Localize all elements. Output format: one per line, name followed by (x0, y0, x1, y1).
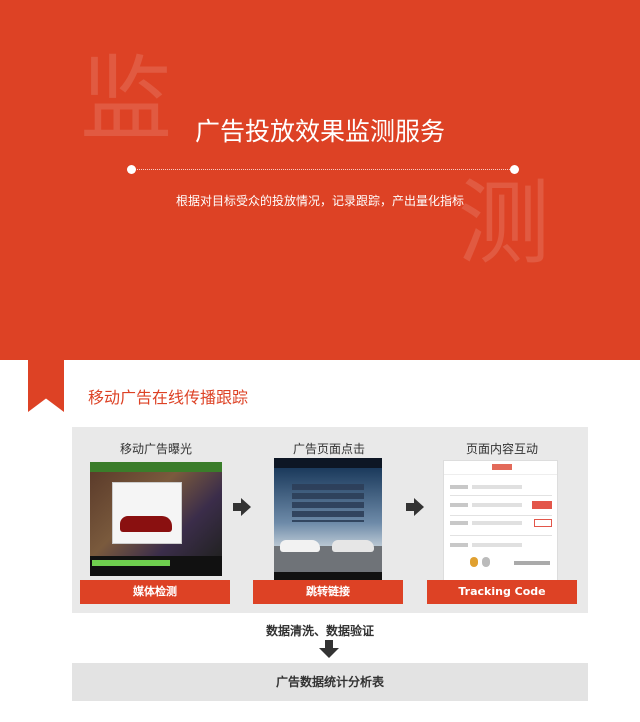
data-cleaning-label: 数据清洗、数据验证 (265, 624, 374, 638)
hero-banner: 监 测 广告投放效果监测服务 根据对目标受众的投放情况，记录跟踪，产出量化指标 (0, 0, 640, 360)
avatar-male-icon (470, 557, 478, 567)
tracking-code-button[interactable]: Tracking Code (427, 580, 577, 604)
phone-status-bar (274, 458, 382, 468)
car-image-right (332, 540, 374, 552)
car-image (120, 516, 172, 532)
form-page-screenshot (443, 460, 558, 582)
form-label (450, 485, 468, 489)
avatar-female-icon (482, 557, 490, 567)
form-title (492, 464, 512, 470)
form-label (450, 521, 468, 525)
form-input (472, 503, 522, 507)
analysis-report-bar: 广告数据统计分析表 (72, 663, 588, 701)
page-title: 广告投放效果监测服务 (194, 117, 445, 146)
section-title: 移动广告在线传播跟踪 (88, 388, 249, 407)
form-date (514, 561, 550, 565)
media-detect-button[interactable]: 媒体检测 (80, 580, 230, 604)
form-input (472, 485, 522, 489)
divider-dot-right (510, 165, 519, 174)
redirect-link-button[interactable]: 跳转链接 (253, 580, 403, 604)
page-subtitle: 根据对目标受众的投放情况，记录跟踪，产出量化指标 (175, 194, 464, 208)
form-label (450, 543, 468, 547)
divider-dot-left (127, 165, 136, 174)
form-divider (450, 515, 552, 516)
bookmark-icon (28, 360, 64, 412)
form-input (472, 521, 522, 525)
landing-page-screenshot (274, 458, 382, 582)
player-caption (92, 560, 170, 566)
form-toggle (534, 519, 552, 527)
car-image-left (280, 540, 320, 552)
form-divider (450, 535, 552, 536)
form-code-button (532, 501, 552, 509)
form-divider (450, 495, 552, 496)
ad-overlay (112, 482, 182, 544)
player-control-bar (90, 556, 222, 576)
form-input (472, 543, 522, 547)
form-label (450, 503, 468, 507)
step-title-interaction: 页面内容互动 (465, 442, 538, 456)
player-top-bar (90, 462, 222, 472)
step-title-exposure: 移动广告曝光 (119, 442, 192, 456)
step-title-click: 广告页面点击 (292, 442, 365, 456)
menu-grid (292, 484, 364, 522)
media-ad-screenshot (90, 462, 222, 576)
divider-line (132, 169, 514, 170)
